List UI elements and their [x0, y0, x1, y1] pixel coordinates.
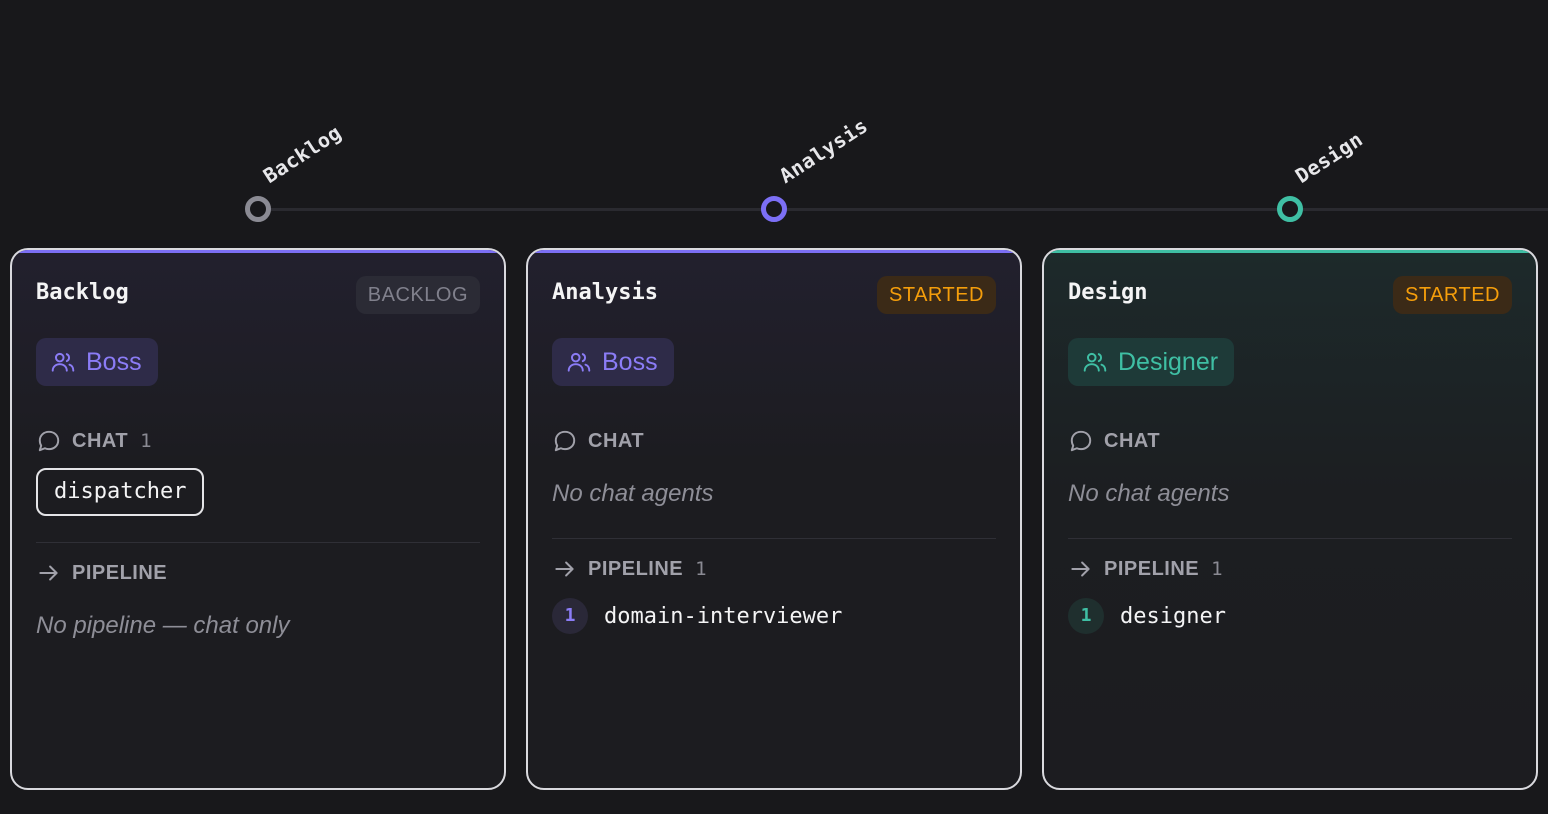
pipeline-label: PIPELINE — [588, 557, 684, 580]
pipeline-step[interactable]: 1 designer — [1068, 598, 1226, 634]
role-label: Boss — [602, 347, 658, 376]
chat-bubble-icon — [38, 430, 60, 452]
pipeline-label: PIPELINE — [1104, 557, 1200, 580]
role-badge[interactable]: Boss — [552, 338, 674, 386]
status-badge: BACKLOG — [355, 276, 480, 314]
pipeline-section-header: PIPELINE — [36, 560, 167, 586]
timeline-node-design[interactable] — [1277, 196, 1303, 222]
timeline-label-design: Design — [1290, 126, 1368, 188]
timeline-label-backlog: Backlog — [258, 120, 346, 188]
card-title: Design — [1068, 280, 1148, 305]
status-badge: STARTED — [1393, 276, 1512, 314]
users-icon — [567, 352, 591, 372]
role-badge[interactable]: Designer — [1068, 338, 1235, 386]
arrow-right-icon — [555, 561, 574, 577]
pipeline-label: PIPELINE — [72, 561, 168, 584]
chat-bubble-icon — [1070, 430, 1092, 452]
arrow-right-icon — [1071, 561, 1090, 577]
pipeline-empty-text: No pipeline — chat only — [36, 612, 290, 639]
chat-section-header: CHAT — [552, 428, 644, 454]
status-badge: STARTED — [877, 276, 996, 314]
stage-card-analysis[interactable]: Analysis STARTED Boss CHAT No chat agent… — [526, 248, 1022, 790]
step-number: 1 — [552, 598, 588, 634]
chat-section-header: CHAT 1 — [36, 428, 152, 454]
users-icon — [1083, 352, 1107, 372]
chat-label: CHAT — [72, 429, 129, 452]
card-title: Analysis — [552, 280, 658, 305]
pipeline-step[interactable]: 1 domain-interviewer — [552, 598, 842, 634]
chat-agent-chip[interactable]: dispatcher — [36, 468, 205, 516]
role-label: Boss — [86, 347, 142, 376]
chat-bubble-icon — [554, 430, 576, 452]
step-agent-name: designer — [1120, 603, 1226, 629]
section-divider — [552, 538, 996, 539]
users-icon — [51, 352, 75, 372]
section-divider — [1068, 538, 1512, 539]
chat-empty-text: No chat agents — [552, 480, 714, 507]
role-badge[interactable]: Boss — [36, 338, 158, 386]
timeline-track — [258, 208, 1548, 211]
chat-empty-text: No chat agents — [1068, 480, 1230, 507]
pipeline-count: 1 — [695, 558, 708, 580]
stage-timeline: Backlog Analysis Design — [0, 0, 1548, 240]
section-divider — [36, 542, 480, 543]
stage-card-backlog[interactable]: Backlog BACKLOG Boss CHAT 1 dispatcher P… — [10, 248, 506, 790]
timeline-node-analysis[interactable] — [761, 196, 787, 222]
role-label: Designer — [1118, 347, 1219, 376]
chat-label: CHAT — [1104, 429, 1161, 452]
pipeline-section-header: PIPELINE 1 — [1068, 556, 1223, 582]
card-title: Backlog — [36, 280, 129, 305]
timeline-node-backlog[interactable] — [245, 196, 271, 222]
pipeline-count: 1 — [1211, 558, 1224, 580]
stage-card-design[interactable]: Design STARTED Designer CHAT No chat age… — [1042, 248, 1538, 790]
arrow-right-icon — [39, 565, 58, 581]
step-agent-name: domain-interviewer — [604, 603, 843, 629]
chat-count: 1 — [140, 430, 153, 452]
timeline-label-analysis: Analysis — [774, 113, 873, 188]
chat-section-header: CHAT — [1068, 428, 1160, 454]
pipeline-section-header: PIPELINE 1 — [552, 556, 707, 582]
chat-label: CHAT — [588, 429, 645, 452]
step-number: 1 — [1068, 598, 1104, 634]
